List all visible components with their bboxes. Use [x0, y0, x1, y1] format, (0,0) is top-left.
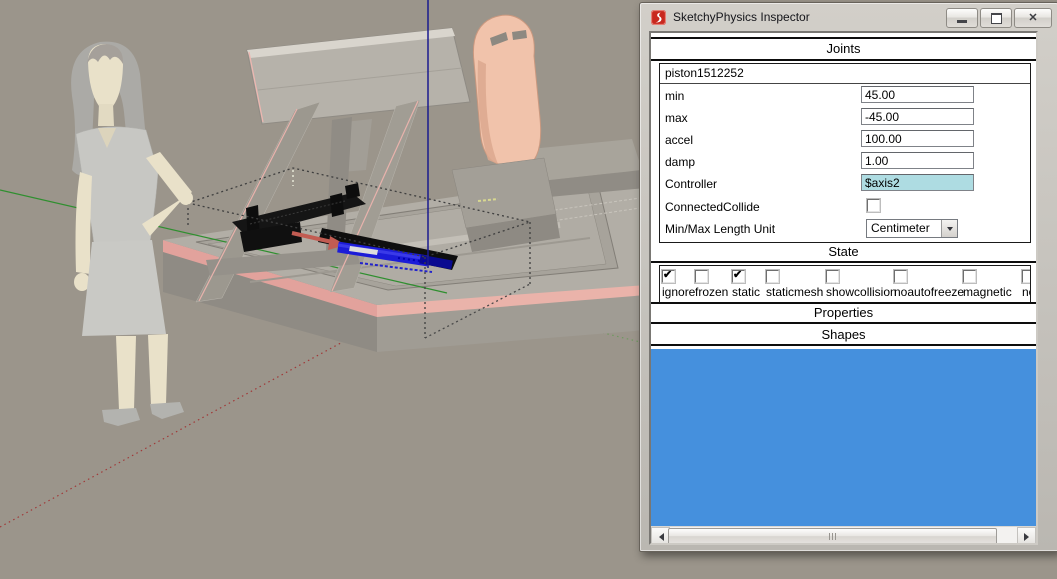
arrow-left-icon [655, 533, 664, 541]
section-header-state[interactable]: State [651, 244, 1036, 261]
maximize-icon [991, 13, 1002, 24]
divider [651, 302, 1036, 304]
state-panel: ignore frozen static staticmesh showcoll… [659, 265, 1031, 304]
flag-label: nocc [1022, 285, 1031, 299]
horizontal-scrollbar[interactable] [651, 526, 1036, 544]
close-icon: ✕ [1028, 13, 1037, 24]
sketchyphysics-icon [651, 10, 666, 25]
divider [651, 344, 1036, 346]
screen: SketchyPhysics Inspector ✕ Joints piston… [0, 0, 1057, 579]
flag-label: noautofreeze [894, 285, 964, 299]
shapes-panel [651, 349, 1036, 526]
length-unit-value: Centimeter [871, 221, 930, 235]
flag-label: staticmesh [766, 285, 823, 299]
static-checkbox[interactable] [732, 270, 745, 283]
divider [651, 37, 1036, 39]
field-label-accel: accel [665, 133, 693, 148]
window-title: SketchyPhysics Inspector [673, 10, 810, 24]
accel-input[interactable] [861, 130, 974, 147]
figure-skirt [82, 240, 166, 336]
flag-label: frozen [695, 285, 728, 299]
section-header-joints[interactable]: Joints [651, 41, 1036, 58]
field-label-min: min [665, 89, 684, 104]
section-header-properties[interactable]: Properties [651, 305, 1036, 322]
max-input[interactable] [861, 108, 974, 125]
flag-label: magnetic [963, 285, 1012, 299]
inspector-window: SketchyPhysics Inspector ✕ Joints piston… [639, 2, 1057, 552]
minimize-button[interactable] [946, 8, 978, 28]
flag-label: ignore [662, 285, 695, 299]
chevron-down-icon [947, 227, 953, 234]
dropdown-button[interactable] [941, 220, 957, 237]
frozen-checkbox[interactable] [695, 270, 708, 283]
field-label-connectedcollide: ConnectedCollide [665, 200, 760, 215]
minimize-icon [957, 20, 967, 23]
section-header-shapes[interactable]: Shapes [651, 327, 1036, 344]
connectedcollide-checkbox[interactable] [867, 199, 880, 212]
flag-label: showcollision [826, 285, 897, 299]
divider [651, 322, 1036, 324]
close-button[interactable]: ✕ [1014, 8, 1052, 28]
field-label-length-unit: Min/Max Length Unit [665, 222, 775, 237]
joint-panel: piston1512252 min max accel damp Control… [659, 63, 1031, 243]
divider [651, 261, 1036, 263]
joint-name: piston1512252 [660, 64, 1030, 84]
flag-label: static [732, 285, 760, 299]
staticmesh-checkbox[interactable] [766, 270, 779, 283]
min-input[interactable] [861, 86, 974, 103]
controller-input[interactable] [861, 174, 974, 191]
field-label-controller: Controller [665, 177, 717, 192]
divider [651, 59, 1036, 61]
nocc-checkbox[interactable] [1022, 270, 1031, 283]
field-label-damp: damp [665, 155, 695, 170]
scrollbar-thumb[interactable] [668, 528, 997, 545]
length-unit-select[interactable]: Centimeter [866, 219, 958, 238]
field-label-max: max [665, 111, 688, 126]
ignore-checkbox[interactable] [662, 270, 675, 283]
arrow-right-icon [1024, 533, 1033, 541]
magnetic-checkbox[interactable] [963, 270, 976, 283]
inspector-content: Joints piston1512252 min max accel damp … [649, 31, 1038, 545]
damp-input[interactable] [861, 152, 974, 169]
showcollision-checkbox[interactable] [826, 270, 839, 283]
scrollbar-grip-icon [829, 533, 838, 540]
scroll-right-button[interactable] [1017, 527, 1036, 545]
racing-seat [473, 15, 540, 168]
title-bar[interactable]: SketchyPhysics Inspector ✕ [640, 3, 1057, 31]
maximize-button[interactable] [980, 8, 1012, 28]
noautofreeze-checkbox[interactable] [894, 270, 907, 283]
